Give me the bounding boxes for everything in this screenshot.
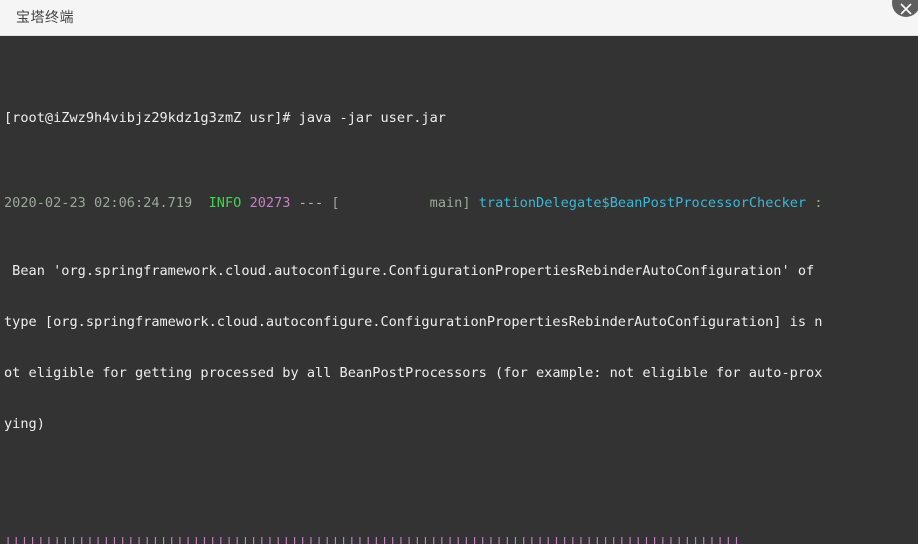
ascii-art-banner: ||||||||||||||||||||||||||||||||||||||||…: [4, 501, 914, 544]
banner-line: ||||||||||||||||||||||||||||||||||||||||…: [4, 535, 741, 544]
terminal-text: [root@iZwz9h4vibjz29kdz1g3zmZ usr]# java…: [4, 42, 914, 544]
log-message-line: ying): [4, 416, 45, 432]
terminal-output-pane[interactable]: [root@iZwz9h4vibjz29kdz1g3zmZ usr]# java…: [0, 36, 918, 544]
log-separator: ---: [298, 195, 324, 211]
log-message-line: type [org.springframework.cloud.autoconf…: [4, 314, 823, 330]
prompt-line: [root@iZwz9h4vibjz29kdz1g3zmZ usr]# java…: [4, 110, 446, 126]
terminal-window: 宝塔终端 [root@iZwz9h4vibjz29kdz1g3zmZ usr]#…: [0, 0, 918, 544]
log-level: INFO: [208, 195, 242, 211]
log-entry-header: 2020-02-23 02:06:24.719 INFO 20273 --- […: [4, 195, 914, 212]
log-message-line: ot eligible for getting processed by all…: [4, 365, 823, 381]
log-message-line: Bean 'org.springframework.cloud.autoconf…: [4, 263, 815, 279]
log-thread: [ main]: [331, 195, 471, 211]
log-logger: trationDelegate$BeanPostProcessorChecker: [478, 195, 807, 211]
close-icon[interactable]: [892, 0, 918, 17]
window-titlebar: 宝塔终端: [0, 0, 918, 36]
log-timestamp: 2020-02-23 02:06:24.719: [4, 195, 193, 211]
log-colon: :: [814, 195, 823, 211]
window-title: 宝塔终端: [16, 10, 74, 26]
log-pid: 20273: [249, 195, 291, 211]
